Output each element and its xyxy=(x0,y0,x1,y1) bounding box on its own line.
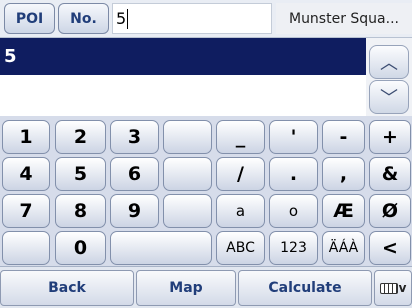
list-scrollbar: ︿ ﹀ xyxy=(366,38,412,116)
result-list: 5 xyxy=(0,38,366,116)
calculate-button[interactable]: Calculate xyxy=(238,270,372,306)
key-8[interactable]: 8 xyxy=(55,194,106,228)
keyboard-toggle-button[interactable]: v xyxy=(374,270,412,306)
top-bar: POI No. 5 Munster Squa... xyxy=(0,0,412,38)
key-space[interactable] xyxy=(110,231,212,265)
back-button[interactable]: Back xyxy=(0,270,134,306)
key-9[interactable]: 9 xyxy=(110,194,159,228)
text-caret xyxy=(127,8,129,29)
key-7[interactable]: 7 xyxy=(2,194,50,228)
on-screen-keyboard: 1 2 3 _ ' - + 4 5 6 / . , & 7 8 9 a o Æ … xyxy=(0,116,412,266)
scroll-down-button[interactable]: ﹀ xyxy=(369,80,409,114)
key-1[interactable]: 1 xyxy=(2,120,50,154)
key-backspace[interactable]: < xyxy=(369,231,411,265)
key-hyphen[interactable]: - xyxy=(322,120,365,154)
key-blank[interactable] xyxy=(163,194,212,228)
key-o[interactable]: o xyxy=(269,194,318,228)
house-number-input[interactable]: 5 xyxy=(112,3,272,34)
key-5[interactable]: 5 xyxy=(55,157,106,191)
poi-button[interactable]: POI xyxy=(4,3,55,34)
key-2[interactable]: 2 xyxy=(55,120,106,154)
key-o-slash[interactable]: Ø xyxy=(369,194,411,228)
key-period[interactable]: . xyxy=(269,157,318,191)
key-comma[interactable]: , xyxy=(322,157,365,191)
key-ae[interactable]: Æ xyxy=(322,194,365,228)
map-button[interactable]: Map xyxy=(136,270,236,306)
key-accent-mode[interactable]: ÄÁÀ xyxy=(322,231,365,265)
scroll-up-button[interactable]: ︿ xyxy=(369,45,409,79)
keyboard-icon xyxy=(379,282,398,294)
key-blank[interactable] xyxy=(2,231,50,265)
keyboard-toggle-suffix: v xyxy=(398,281,407,295)
key-a[interactable]: a xyxy=(216,194,265,228)
key-abc-mode[interactable]: ABC xyxy=(216,231,265,265)
key-slash[interactable]: / xyxy=(216,157,265,191)
result-item-selected[interactable]: 5 xyxy=(0,38,366,75)
key-6[interactable]: 6 xyxy=(110,157,159,191)
key-ampersand[interactable]: & xyxy=(369,157,411,191)
key-blank[interactable] xyxy=(163,120,212,154)
key-blank[interactable] xyxy=(163,157,212,191)
house-number-button[interactable]: No. xyxy=(58,3,109,34)
chevron-down-icon: ﹀ xyxy=(380,88,398,109)
key-0[interactable]: 0 xyxy=(55,231,106,265)
key-apostrophe[interactable]: ' xyxy=(269,120,318,154)
key-4[interactable]: 4 xyxy=(2,157,50,191)
key-underscore[interactable]: _ xyxy=(216,120,265,154)
key-plus[interactable]: + xyxy=(369,120,411,154)
chevron-up-icon: ︿ xyxy=(380,53,398,74)
key-3[interactable]: 3 xyxy=(110,120,159,154)
bottom-bar: Back Map Calculate v xyxy=(0,266,412,308)
street-name-label: Munster Squa... xyxy=(276,3,412,34)
key-123-mode[interactable]: 123 xyxy=(269,231,318,265)
house-number-value: 5 xyxy=(116,9,127,28)
